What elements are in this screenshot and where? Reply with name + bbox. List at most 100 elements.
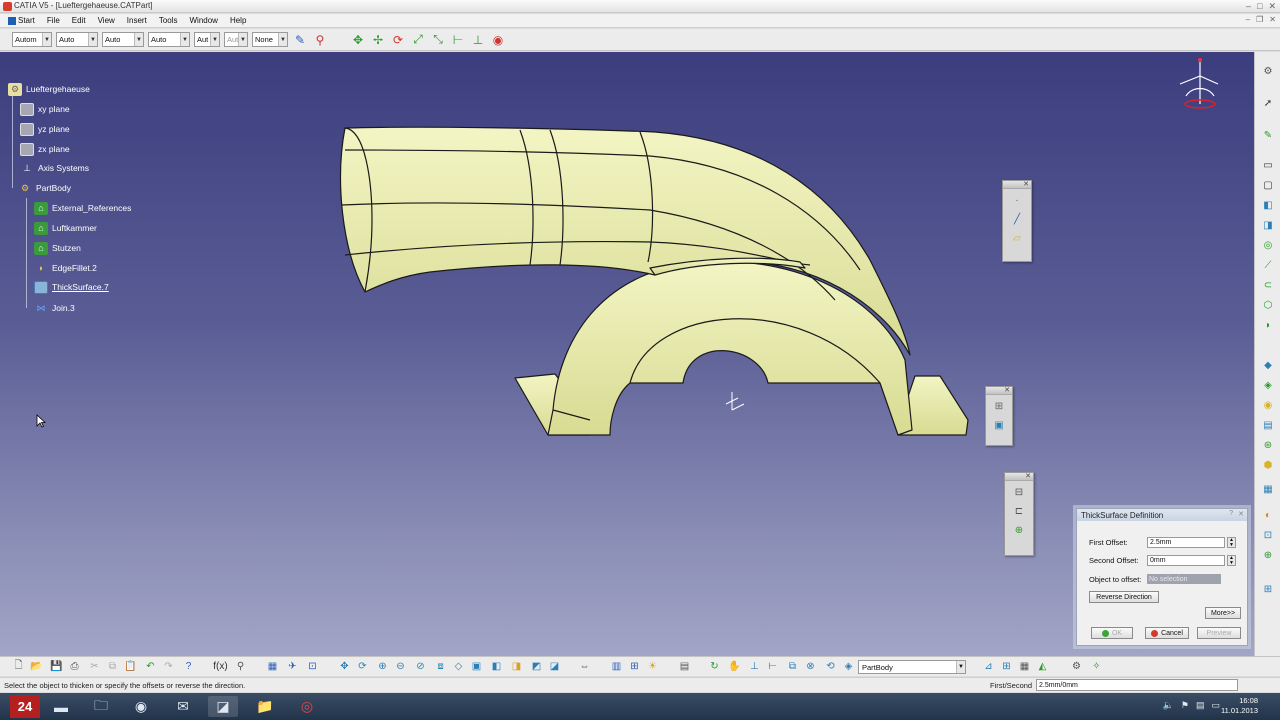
speaker-icon[interactable]: 🔈 <box>1163 700 1174 711</box>
maximize-icon[interactable]: □ <box>1257 1 1262 12</box>
close-icon[interactable]: ✕ <box>1023 180 1029 188</box>
chamfer-icon[interactable]: ◆ <box>1261 358 1275 372</box>
flag-icon[interactable]: ⚑ <box>1181 700 1189 711</box>
plane-tool-icon[interactable]: ▱ <box>1009 230 1025 246</box>
rib-icon[interactable]: ⟋ <box>1261 258 1275 272</box>
preview-button[interactable]: Preview <box>1197 627 1241 639</box>
shaft-icon[interactable]: ◧ <box>1261 198 1275 212</box>
options-icon[interactable]: ⚙ <box>1070 660 1083 673</box>
clock[interactable]: 16:08 11.01.2013 <box>1221 696 1258 716</box>
fly-mode-icon[interactable]: ✈ <box>286 660 299 673</box>
menu-view[interactable]: View <box>94 16 123 25</box>
fill-color-combo[interactable]: Autom ▼ <box>12 32 52 47</box>
cut-icon[interactable]: ✂ <box>88 660 101 673</box>
copy-icon[interactable]: ⧉ <box>106 660 119 673</box>
draft-icon[interactable]: ◈ <box>1261 378 1275 392</box>
line-type-combo[interactable]: Auto ▼ <box>148 32 190 47</box>
new-file-icon[interactable]: 🗋 <box>12 660 25 673</box>
lightbulb-icon[interactable]: ☀ <box>646 660 659 673</box>
menu-insert[interactable]: Insert <box>123 16 155 25</box>
first-offset-spinner[interactable]: ▲ ▼ <box>1227 537 1236 548</box>
second-offset-field[interactable]: 0mm <box>1147 555 1225 566</box>
doc-minimize-icon[interactable]: – <box>1246 15 1250 24</box>
swap-space-icon[interactable]: ◨ <box>510 660 523 673</box>
pattern-icon[interactable]: ▦ <box>1261 482 1275 496</box>
compass-icon[interactable] <box>1170 56 1230 116</box>
hand-icon[interactable]: ✋ <box>728 660 741 673</box>
mail-icon[interactable]: ✉ <box>168 696 198 717</box>
boolean-tool-icon[interactable]: ⧉ <box>786 660 799 673</box>
split-icon[interactable]: ⊏ <box>1011 503 1027 519</box>
hole-icon[interactable]: ◎ <box>1261 238 1275 252</box>
menu-edit[interactable]: Edit <box>68 16 94 25</box>
sketcher-icon[interactable]: ✎ <box>1261 128 1275 142</box>
layer-combo[interactable]: None ▼ <box>252 32 288 47</box>
rotate-icon[interactable]: ⟳ <box>390 32 406 48</box>
save-icon[interactable]: 💾 <box>50 660 63 673</box>
zoom-out-icon[interactable]: ⊖ <box>394 660 407 673</box>
paint-icon[interactable]: ◈ <box>842 660 855 673</box>
object-to-offset-field[interactable]: No selection <box>1147 574 1221 584</box>
close-icon[interactable]: ✕ <box>1268 1 1276 12</box>
repeat-icon[interactable]: ⟲ <box>824 660 837 673</box>
help-icon[interactable]: ? <box>1229 510 1233 518</box>
print-icon[interactable]: ⎙ <box>68 660 81 673</box>
first-offset-field[interactable]: 2.5mm <box>1147 537 1225 548</box>
formula-icon[interactable]: f(x) <box>213 660 227 673</box>
normal-view-icon[interactable]: ⊘ <box>414 660 427 673</box>
redo-icon[interactable]: ↷ <box>162 660 175 673</box>
paintbrush-icon[interactable]: ✎ <box>292 32 308 48</box>
media-icon[interactable]: ◉ <box>126 696 156 717</box>
fit-all-icon[interactable]: ⊡ <box>306 660 319 673</box>
menu-start[interactable]: Start <box>4 16 43 25</box>
open-file-icon[interactable]: 📂 <box>30 660 43 673</box>
analysis-icon[interactable]: ⊥ <box>470 32 486 48</box>
point-symbol-combo[interactable]: Aut ▼ <box>194 32 220 47</box>
3d-compass-icon[interactable]: ⊞ <box>628 660 641 673</box>
thread-icon[interactable]: ⊛ <box>1261 438 1275 452</box>
show-desktop-icon[interactable]: ▬ <box>46 696 76 717</box>
doc-restore-icon[interactable]: ❐ <box>1256 15 1263 24</box>
menu-window[interactable]: Window <box>186 16 226 25</box>
reverse-direction-button[interactable]: Reverse Direction <box>1089 591 1159 603</box>
update-icon[interactable]: ↻ <box>708 660 721 673</box>
catia-taskbar-icon[interactable]: ◪ <box>208 696 238 717</box>
shell-icon[interactable]: ◉ <box>1261 398 1275 412</box>
menu-tools[interactable]: Tools <box>155 16 186 25</box>
tree-expand-icon[interactable]: ⊞ <box>1000 660 1013 673</box>
table-icon[interactable]: ▦ <box>1018 660 1031 673</box>
zoom-in-icon[interactable]: ⊕ <box>376 660 389 673</box>
groove-icon[interactable]: ◨ <box>1261 218 1275 232</box>
settings-icon[interactable]: ⚙ <box>1261 64 1275 78</box>
split-tool-icon[interactable]: ⊕ <box>1261 548 1275 562</box>
rotate-view-icon[interactable]: ⟳ <box>356 660 369 673</box>
menu-file[interactable]: File <box>43 16 68 25</box>
whats-this-icon[interactable]: ? <box>182 660 195 673</box>
thickness-icon[interactable]: ▤ <box>1261 418 1275 432</box>
close-icon[interactable]: ✕ <box>1025 472 1031 480</box>
copy-format-icon[interactable]: ⚲ <box>312 32 328 48</box>
pan-icon[interactable]: ✥ <box>338 660 351 673</box>
more-button[interactable]: More>> <box>1205 607 1241 619</box>
scale-icon[interactable]: ⊡ <box>1261 528 1275 542</box>
second-offset-spinner[interactable]: ▲ ▼ <box>1227 555 1236 566</box>
measure-between-icon[interactable]: ⇔ <box>578 660 591 673</box>
battery-icon[interactable]: ▭ <box>1211 700 1220 711</box>
mirror-icon[interactable]: ◐ <box>1261 508 1275 522</box>
camera-icon[interactable]: ▤ <box>678 660 691 673</box>
extract-icon[interactable]: ⊕ <box>1011 522 1027 538</box>
measure-icon[interactable]: ◉ <box>490 32 506 48</box>
chart-icon[interactable]: ◭ <box>1036 660 1049 673</box>
apply-material-icon[interactable]: ▥ <box>610 660 623 673</box>
constraint-icon[interactable]: ⊢ <box>766 660 779 673</box>
render-icon[interactable]: ◪ <box>548 660 561 673</box>
axis-tool-icon[interactable]: ⊥ <box>748 660 761 673</box>
ok-button[interactable]: OK <box>1091 627 1133 639</box>
tools-icon[interactable]: ✧ <box>1090 660 1103 673</box>
axis-transform-icon[interactable]: ⤡ <box>430 32 446 48</box>
loft-icon[interactable]: ⬡ <box>1261 298 1275 312</box>
multi-view-icon[interactable]: ⧈ <box>434 660 447 673</box>
slot-icon[interactable]: ⊂ <box>1261 278 1275 292</box>
sketch-tool-icon[interactable]: ⊿ <box>982 660 995 673</box>
close-icon[interactable]: ✕ <box>1004 386 1010 394</box>
